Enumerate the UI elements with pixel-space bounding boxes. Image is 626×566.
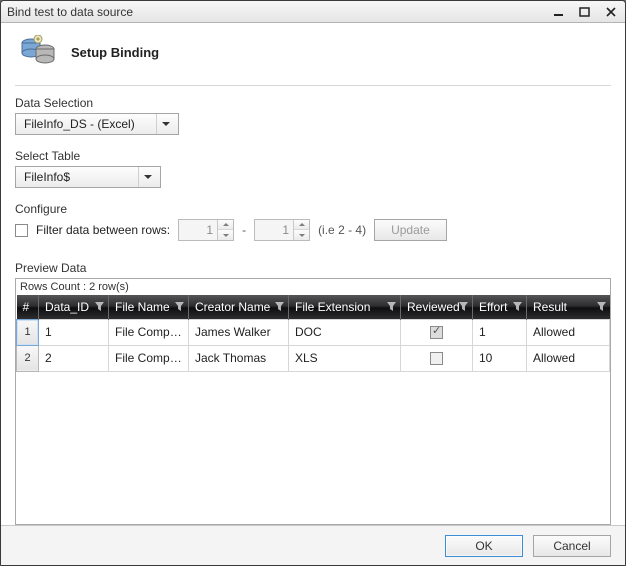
data-selection-dropdown[interactable]: FileInfo_DS - (Excel) [15,113,179,135]
filter-hint: (i.e 2 - 4) [318,223,366,237]
chevron-down-icon [156,114,174,134]
cell-creator-name: James Walker [189,319,289,345]
data-selection-value: FileInfo_DS - (Excel) [24,117,152,131]
col-data-id[interactable]: Data_ID [39,295,109,319]
rows-count-label: Rows Count : 2 row(s) [16,279,610,295]
col-effort[interactable]: Effort [473,295,527,319]
filter-from-spinner[interactable]: 1 [178,219,234,241]
table-body: 11File ComparerJames WalkerDOC1Allowed22… [17,319,610,371]
col-file-name[interactable]: File Name [109,295,189,319]
filter-icon[interactable] [387,300,396,314]
preview-label: Preview Data [15,261,611,275]
cell-file-name: File Comparer [109,345,189,371]
data-selection-label: Data Selection [15,96,611,110]
cell-file-extension: DOC [289,319,401,345]
reviewed-checkbox[interactable] [430,352,443,365]
spinner-buttons [217,220,233,240]
cancel-button[interactable]: Cancel [533,535,611,557]
chevron-down-icon [138,167,156,187]
separator [15,85,611,86]
configure-label: Configure [15,202,611,216]
col-reviewed[interactable]: Reviewed [401,295,473,319]
update-button[interactable]: Update [374,219,447,241]
cell-reviewed [401,345,473,371]
cell-result: Allowed [527,345,610,371]
binding-icon [19,33,57,71]
col-file-extension[interactable]: File Extension [289,295,401,319]
cell-data-id: 1 [39,319,109,345]
filter-icon[interactable] [513,300,522,314]
spinner-up-icon[interactable] [294,220,309,230]
select-table-value: FileInfo$ [24,170,134,184]
table-row[interactable]: 22File ComparerJack ThomasXLS10Allowed [17,345,610,371]
data-table: # Data_ID File Name Creator Name File Ex… [16,295,610,372]
cell-effort: 10 [473,345,527,371]
close-button[interactable] [601,5,621,19]
select-table-label: Select Table [15,149,611,163]
reviewed-checkbox[interactable] [430,326,443,339]
preview-group: Preview Data Rows Count : 2 row(s) # Dat… [15,261,611,525]
filter-icon[interactable] [175,300,184,314]
cell-result: Allowed [527,319,610,345]
range-dash: - [242,223,246,237]
spinner-up-icon[interactable] [218,220,233,230]
filter-icon[interactable] [459,300,468,314]
configure-group: Configure Filter data between rows: 1 - … [15,202,611,241]
cell-file-extension: XLS [289,345,401,371]
data-selection-group: Data Selection FileInfo_DS - (Excel) [15,96,611,135]
cell-reviewed [401,319,473,345]
col-result[interactable]: Result [527,295,610,319]
col-creator-name[interactable]: Creator Name [189,295,289,319]
cell-creator-name: Jack Thomas [189,345,289,371]
cell-effort: 1 [473,319,527,345]
filter-from-value: 1 [179,223,217,237]
titlebar[interactable]: Bind test to data source [1,1,625,23]
filter-rows-label: Filter data between rows: [36,223,170,237]
maximize-button[interactable] [575,5,595,19]
dialog-window: Bind test to data source [0,0,626,566]
window-buttons [549,5,621,19]
col-index[interactable]: # [17,295,39,319]
select-table-group: Select Table FileInfo$ [15,149,611,188]
filter-icon[interactable] [597,300,606,314]
filter-icon[interactable] [95,300,104,314]
dialog-content: Setup Binding Data Selection FileInfo_DS… [1,23,625,525]
cell-file-name: File Comparer [109,319,189,345]
window-title: Bind test to data source [7,5,549,19]
select-table-dropdown[interactable]: FileInfo$ [15,166,161,188]
filter-rows-checkbox[interactable] [15,224,28,237]
ok-button[interactable]: OK [445,535,523,557]
row-header[interactable]: 2 [17,345,39,371]
spinner-buttons [293,220,309,240]
table-row[interactable]: 11File ComparerJames WalkerDOC1Allowed [17,319,610,345]
table-header-row: # Data_ID File Name Creator Name File Ex… [17,295,610,319]
dialog-footer: OK Cancel [1,525,625,565]
preview-grid: Rows Count : 2 row(s) # Data_ID File Nam… [15,278,611,525]
cell-data-id: 2 [39,345,109,371]
filter-to-value: 1 [255,223,293,237]
spinner-down-icon[interactable] [294,230,309,240]
filter-icon[interactable] [275,300,284,314]
filter-to-spinner[interactable]: 1 [254,219,310,241]
minimize-button[interactable] [549,5,569,19]
spinner-down-icon[interactable] [218,230,233,240]
row-header[interactable]: 1 [17,319,39,345]
header: Setup Binding [15,33,611,71]
page-title: Setup Binding [71,45,159,60]
